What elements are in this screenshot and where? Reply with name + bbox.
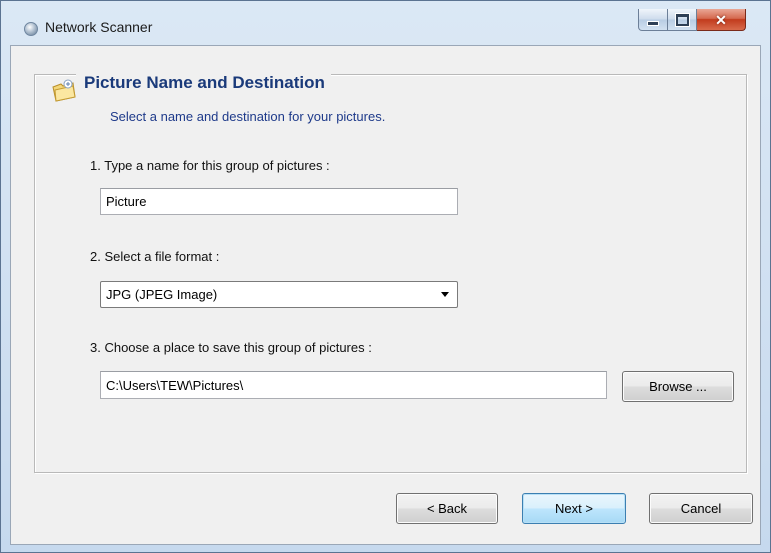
name-label: 1. Type a name for this group of picture… <box>90 158 330 173</box>
window-title: Network Scanner <box>45 19 153 35</box>
wizard-page: Picture Name and Destination Select a na… <box>10 45 761 545</box>
maximize-button[interactable] <box>668 9 697 31</box>
file-format-value: JPG (JPEG Image) <box>106 287 218 302</box>
folder-label: 3. Choose a place to save this group of … <box>90 340 372 355</box>
format-label: 2. Select a file format : <box>90 249 220 264</box>
browse-button[interactable]: Browse ... <box>622 371 734 402</box>
group-name-field[interactable] <box>100 188 458 215</box>
network-scanner-window: Network Scanner ✕ Picture Name and Desti… <box>0 0 771 553</box>
minimize-button[interactable] <box>638 9 668 31</box>
minimize-icon <box>647 21 659 26</box>
chevron-down-icon <box>441 292 449 297</box>
close-button[interactable]: ✕ <box>697 9 746 31</box>
save-location-field[interactable] <box>100 371 607 399</box>
cancel-button[interactable]: Cancel <box>649 493 753 524</box>
pictures-folder-icon <box>52 79 76 102</box>
file-format-select[interactable]: JPG (JPEG Image) <box>100 281 458 308</box>
maximize-icon <box>675 13 689 26</box>
page-title: Picture Name and Destination <box>76 73 331 93</box>
group-box <box>34 74 747 473</box>
page-subtitle: Select a name and destination for your p… <box>110 109 386 124</box>
back-button[interactable]: < Back <box>396 493 498 524</box>
scanner-icon <box>24 22 38 36</box>
title-bar[interactable]: Network Scanner ✕ <box>1 1 770 45</box>
close-icon: ✕ <box>715 11 727 28</box>
next-button[interactable]: Next > <box>522 493 626 524</box>
